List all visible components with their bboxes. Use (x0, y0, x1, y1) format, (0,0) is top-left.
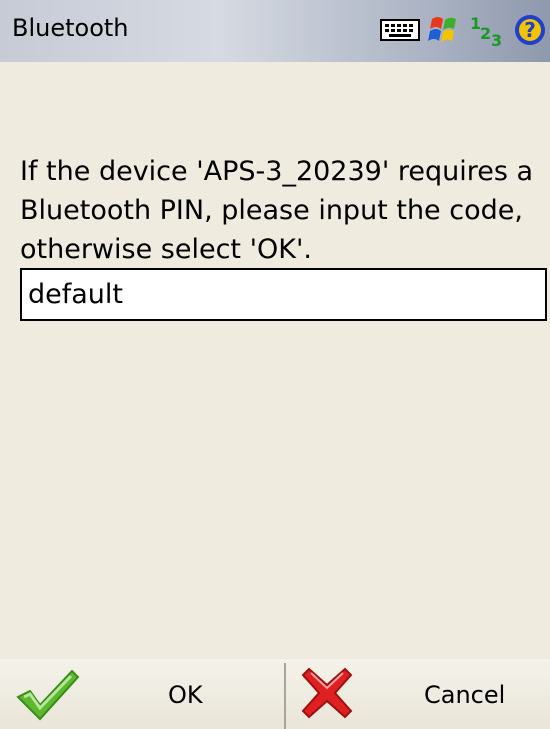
svg-text:?: ? (524, 18, 536, 42)
input-mode-123-icon[interactable]: 1 2 3 (468, 12, 506, 48)
window-title: Bluetooth (12, 14, 129, 42)
svg-text:2: 2 (480, 24, 491, 43)
windows-start-icon[interactable] (428, 13, 460, 47)
cancel-button[interactable]: Cancel (287, 659, 550, 729)
help-icon[interactable]: ? (514, 14, 546, 46)
keyboard-icon[interactable] (380, 19, 420, 41)
ok-button[interactable]: OK (0, 659, 284, 729)
pin-prompt-message: If the device 'APS-3_20239' requires a B… (20, 156, 534, 265)
softkey-bar: OK Cancel (0, 659, 550, 729)
svg-text:3: 3 (491, 31, 502, 48)
red-x-icon (301, 667, 353, 723)
title-bar: Bluetooth 1 2 3 ? (0, 0, 550, 62)
ok-label: OK (168, 681, 203, 709)
softkey-divider (284, 663, 286, 729)
cancel-label: Cancel (424, 681, 506, 709)
green-checkmark-icon (16, 667, 80, 725)
pin-input[interactable] (20, 268, 547, 321)
system-tray: 1 2 3 ? (380, 12, 546, 48)
